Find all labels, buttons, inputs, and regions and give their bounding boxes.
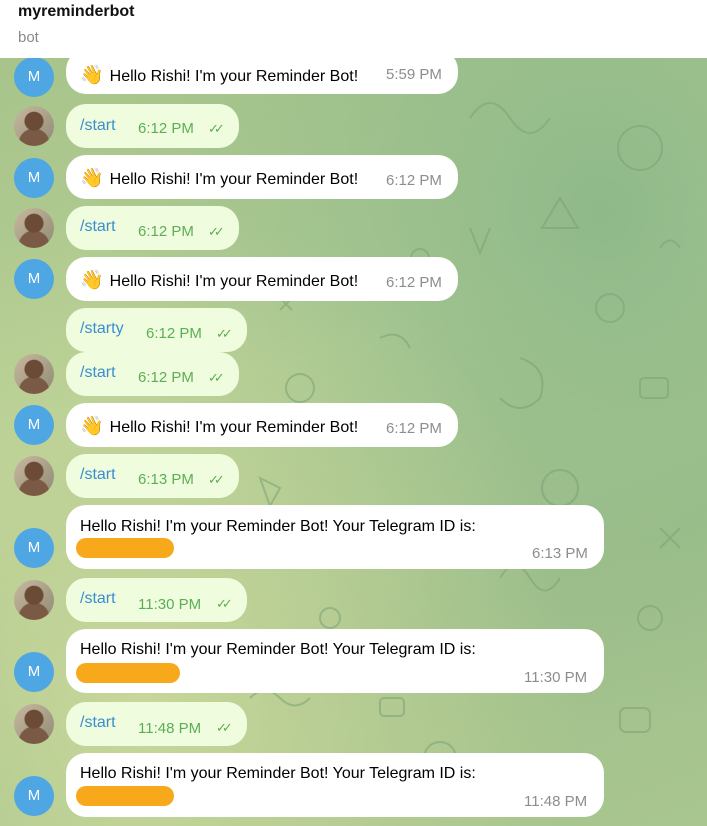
bot-avatar[interactable]: M <box>14 259 54 299</box>
incoming-message[interactable]: 👋 Hello Rishi! I'm your Reminder Bot! 6:1… <box>66 155 458 199</box>
redacted-telegram-id <box>76 663 180 683</box>
message-text: /start <box>80 117 116 134</box>
incoming-message[interactable]: Hello Rishi! I'm your Reminder Bot! Your… <box>66 753 604 817</box>
message-time: 5:59 PM <box>386 66 442 83</box>
message-time: 6:13 PM <box>138 471 194 488</box>
redacted-telegram-id <box>76 538 174 558</box>
double-check-icon: ✓✓ <box>216 596 233 611</box>
user-avatar[interactable] <box>14 456 54 496</box>
message-text: Hello Rishi! I'm your Reminder Bot! Your… <box>80 641 476 658</box>
user-avatar[interactable] <box>14 580 54 620</box>
chat-subtitle: bot <box>18 29 39 46</box>
message-text: Hello Rishi! I'm your Reminder Bot! <box>109 171 359 188</box>
message-time: 6:12 PM <box>386 172 442 189</box>
redacted-telegram-id <box>76 786 174 806</box>
waving-hand-emoji: 👋 <box>80 168 104 189</box>
message-time: 6:12 PM <box>138 120 194 137</box>
chat-title: myreminderbot <box>18 3 135 20</box>
outgoing-message[interactable]: /start 11:48 PM ✓✓ <box>66 702 247 746</box>
message-text: Hello Rishi! I'm your Reminder Bot! Your… <box>80 765 476 782</box>
waving-hand-emoji: 👋 <box>80 416 104 437</box>
double-check-icon: ✓✓ <box>208 370 225 385</box>
message-time: 6:12 PM <box>386 274 442 291</box>
outgoing-message[interactable]: /start 6:12 PM ✓✓ <box>66 206 239 250</box>
message-text: /start <box>80 590 116 607</box>
message-text: /start <box>80 714 116 731</box>
incoming-message[interactable]: Hello Rishi! I'm your Reminder Bot! Your… <box>66 505 604 569</box>
waving-hand-emoji: 👋 <box>80 270 104 291</box>
message-time: 11:48 PM <box>524 793 588 810</box>
outgoing-message[interactable]: /start 11:30 PM ✓✓ <box>66 578 247 622</box>
message-time: 6:12 PM <box>146 325 202 342</box>
message-time: 6:12 PM <box>138 223 194 240</box>
outgoing-message[interactable]: /start 6:13 PM ✓✓ <box>66 454 239 498</box>
chat-header[interactable]: myreminderbot bot <box>0 0 707 58</box>
message-text: /start <box>80 364 116 381</box>
incoming-message[interactable]: Hello Rishi! I'm your Reminder Bot! Your… <box>66 629 604 693</box>
user-avatar[interactable] <box>14 704 54 744</box>
message-text: /start <box>80 466 116 483</box>
message-list[interactable]: M 👋 Hello Rishi! I'm your Reminder Bot! 5… <box>0 58 707 826</box>
user-avatar[interactable] <box>14 354 54 394</box>
message-text: Hello Rishi! I'm your Reminder Bot! <box>109 419 359 436</box>
outgoing-message[interactable]: /start 6:12 PM ✓✓ <box>66 104 239 148</box>
bot-avatar[interactable]: M <box>14 776 54 816</box>
user-avatar[interactable] <box>14 106 54 146</box>
bot-avatar[interactable]: M <box>14 158 54 198</box>
message-time: 11:30 PM <box>524 669 588 686</box>
message-text: Hello Rishi! I'm your Reminder Bot! <box>109 68 359 85</box>
message-text: /starty <box>80 320 124 337</box>
outgoing-message[interactable]: /starty 6:12 PM ✓✓ <box>66 308 247 352</box>
message-time: 6:12 PM <box>138 369 194 386</box>
outgoing-message[interactable]: /start 6:12 PM ✓✓ <box>66 352 239 396</box>
double-check-icon: ✓✓ <box>208 472 225 487</box>
message-text: Hello Rishi! I'm your Reminder Bot! Your… <box>80 518 476 535</box>
waving-hand-emoji: 👋 <box>80 65 104 86</box>
message-text: Hello Rishi! I'm your Reminder Bot! <box>109 273 359 290</box>
bot-avatar[interactable]: M <box>14 652 54 692</box>
double-check-icon: ✓✓ <box>208 224 225 239</box>
message-time: 6:13 PM <box>532 545 588 562</box>
message-time: 11:30 PM <box>138 596 202 613</box>
message-time: 11:48 PM <box>138 720 202 737</box>
incoming-message[interactable]: 👋 Hello Rishi! I'm your Reminder Bot! 6:1… <box>66 403 458 447</box>
double-check-icon: ✓✓ <box>208 121 225 136</box>
incoming-message[interactable]: 👋 Hello Rishi! I'm your Reminder Bot! 5:5… <box>66 58 458 94</box>
bot-avatar[interactable]: M <box>14 58 54 97</box>
double-check-icon: ✓✓ <box>216 720 233 735</box>
double-check-icon: ✓✓ <box>216 326 233 341</box>
message-text: /start <box>80 218 116 235</box>
bot-avatar[interactable]: M <box>14 405 54 445</box>
user-avatar[interactable] <box>14 208 54 248</box>
incoming-message[interactable]: 👋 Hello Rishi! I'm your Reminder Bot! 6:1… <box>66 257 458 301</box>
bot-avatar[interactable]: M <box>14 528 54 568</box>
message-time: 6:12 PM <box>386 420 442 437</box>
